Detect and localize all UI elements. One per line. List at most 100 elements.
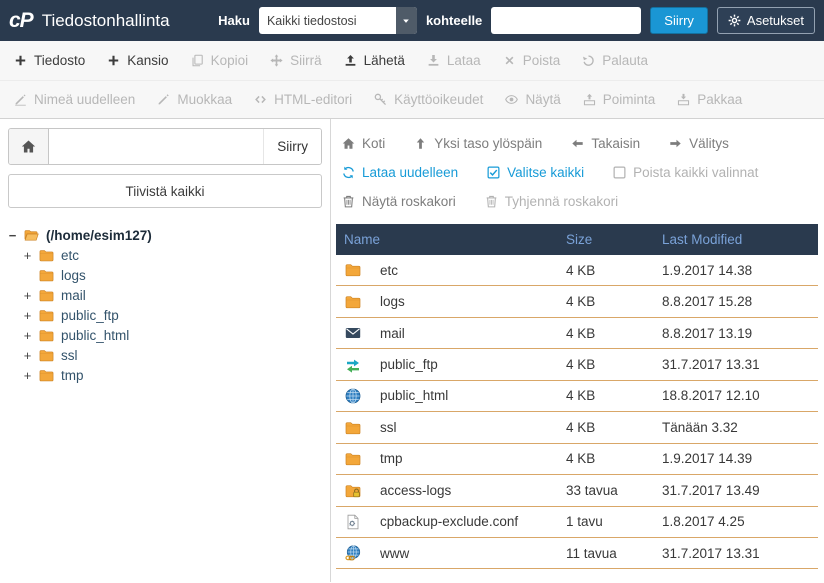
toolbar-label: Siirrä xyxy=(290,53,322,68)
toolbar-edit[interactable]: Muokkaa xyxy=(146,81,243,118)
toolbar-copy[interactable]: Kopioi xyxy=(180,41,260,80)
tree-root-label: (/home/esim127) xyxy=(46,227,152,243)
arrow-up-icon xyxy=(414,137,427,150)
toolbar-permissions[interactable]: Käyttöoikeudet xyxy=(363,81,494,118)
table-row[interactable]: logs 4 KB 8.8.2017 15.28 xyxy=(336,285,818,318)
table-row[interactable]: public_ftp 4 KB 31.7.2017 13.31 xyxy=(336,348,818,381)
sidebar-path-input[interactable] xyxy=(49,129,264,164)
row-modified: 31.7.2017 13.49 xyxy=(654,474,818,507)
tree-item-public-html[interactable]: + public_html xyxy=(23,325,322,345)
tree-expand-toggle[interactable]: + xyxy=(23,328,32,343)
home-icon xyxy=(342,137,355,150)
toolbar-label: Tiedosto xyxy=(34,53,86,68)
sidebar-go-button[interactable]: Siirry xyxy=(263,129,321,164)
row-name: mail xyxy=(372,317,558,350)
toolbar-compress[interactable]: Pakkaa xyxy=(666,81,753,118)
toolbar-new-folder[interactable]: Kansio xyxy=(96,41,179,80)
row-size: 4 KB xyxy=(558,411,654,444)
toolbar-new-file[interactable]: Tiedosto xyxy=(3,41,96,80)
restore-icon xyxy=(582,54,595,67)
toolbar-label: Palauta xyxy=(602,53,649,68)
header-search-input[interactable] xyxy=(491,7,642,34)
tree-collapse-toggle[interactable]: − xyxy=(8,228,17,243)
tree-item-mail[interactable]: + mail xyxy=(23,285,322,305)
tree-item-tmp[interactable]: + tmp xyxy=(23,365,322,385)
table-row[interactable]: access-logs 33 tavua 31.7.2017 13.49 xyxy=(336,474,818,507)
nav-reload[interactable]: Lataa uudelleen xyxy=(342,165,458,180)
nav-up-one-level[interactable]: Yksi taso ylöspäin xyxy=(414,136,542,151)
toolbar-view[interactable]: Näytä xyxy=(494,81,571,118)
table-row[interactable]: cpbackup-exclude.conf 1 tavu 1.8.2017 4.… xyxy=(336,506,818,538)
tree-expand-toggle[interactable]: + xyxy=(23,368,32,383)
toolbar-upload[interactable]: Lähetä xyxy=(333,41,416,80)
tree-item-label: mail xyxy=(61,287,86,303)
table-row[interactable]: www 11 tavua 31.7.2017 13.31 xyxy=(336,537,818,570)
table-row[interactable]: public_html 4 KB 18.8.2017 12.10 xyxy=(336,380,818,413)
check-square-icon xyxy=(487,166,500,179)
col-header-size[interactable]: Size xyxy=(558,224,654,255)
toolbar-html-editor[interactable]: HTML-editori xyxy=(243,81,363,118)
tree-expand-toggle[interactable]: + xyxy=(23,308,32,323)
header-go-button[interactable]: Siirry xyxy=(650,7,708,34)
table-row[interactable]: etc 4 KB 1.9.2017 14.38 xyxy=(336,255,818,287)
toolbar-move[interactable]: Siirrä xyxy=(259,41,333,80)
nav-label: Poista kaikki valinnat xyxy=(633,165,759,180)
row-modified: Tänään 3.32 xyxy=(654,411,818,444)
toolbar-extract[interactable]: Poiminta xyxy=(572,81,667,118)
tree-item-logs[interactable]: logs xyxy=(23,265,322,285)
row-name: access-logs xyxy=(372,474,558,507)
arrow-right-icon xyxy=(669,137,682,150)
tree-item-label: tmp xyxy=(61,367,84,383)
tree-children: + etc logs + mail + public_ftp + public_… xyxy=(23,245,322,385)
folder-icon xyxy=(344,262,362,278)
nav-view-trash[interactable]: Näytä roskakori xyxy=(342,194,456,209)
row-modified: 18.8.2017 12.10 xyxy=(654,380,818,413)
nav-home[interactable]: Koti xyxy=(342,136,385,151)
table-row[interactable]: mail 4 KB 8.8.2017 13.19 xyxy=(336,317,818,350)
toolbar-download[interactable]: Lataa xyxy=(416,41,492,80)
settings-button[interactable]: Asetukset xyxy=(716,7,815,34)
col-header-name[interactable]: Name xyxy=(336,224,558,255)
folder-icon xyxy=(38,368,55,383)
directory-tree: − (/home/esim127) + etc logs + mail + pu… xyxy=(8,225,322,385)
collapse-all-button[interactable]: Tiivistä kaikki xyxy=(8,174,322,208)
sidebar-path-group: Siirry xyxy=(8,128,322,165)
sidebar: Siirry Tiivistä kaikki − (/home/esim127)… xyxy=(0,119,331,582)
tree-item-etc[interactable]: + etc xyxy=(23,245,322,265)
toolbar-restore[interactable]: Palauta xyxy=(571,41,659,80)
tree-expand-toggle[interactable]: + xyxy=(23,248,32,263)
toolbar-label: Näytä xyxy=(525,92,561,107)
folder-icon xyxy=(38,328,55,343)
nav-forward[interactable]: Välitys xyxy=(669,136,729,151)
config-file-icon xyxy=(344,514,362,530)
nav-unselect-all[interactable]: Poista kaikki valinnat xyxy=(613,165,758,180)
search-scope-value: Kaikki tiedostosi xyxy=(266,13,357,28)
folder-icon xyxy=(344,451,362,467)
col-header-modified[interactable]: Last Modified xyxy=(654,224,818,255)
tree-root[interactable]: − (/home/esim127) xyxy=(8,225,322,245)
extract-icon xyxy=(583,93,596,106)
toolbar-label: Lähetä xyxy=(363,53,405,68)
folder-icon xyxy=(344,420,362,436)
nav-label: Valitse kaikki xyxy=(507,165,585,180)
nav-select-all[interactable]: Valitse kaikki xyxy=(487,165,584,180)
tree-item-ssl[interactable]: + ssl xyxy=(23,345,322,365)
toolbar-delete[interactable]: Poista xyxy=(492,41,572,80)
tree-item-public-ftp[interactable]: + public_ftp xyxy=(23,305,322,325)
toolbar-label: HTML-editori xyxy=(274,92,353,107)
tree-expand-toggle[interactable]: + xyxy=(23,288,32,303)
tree-expand-toggle[interactable]: + xyxy=(23,348,32,363)
folder-icon xyxy=(38,248,55,263)
table-row[interactable]: tmp 4 KB 1.9.2017 14.39 xyxy=(336,443,818,476)
table-row[interactable]: ssl 4 KB Tänään 3.32 xyxy=(336,411,818,444)
row-name: etc xyxy=(372,255,558,287)
search-scope-select[interactable]: Kaikki tiedostosi xyxy=(258,7,417,34)
plus-icon xyxy=(107,54,120,67)
search-for-label: kohteelle xyxy=(425,13,483,28)
sidebar-home-button[interactable] xyxy=(9,129,49,164)
nav-back[interactable]: Takaisin xyxy=(571,136,640,151)
tree-item-label: public_html xyxy=(61,327,130,343)
row-size: 4 KB xyxy=(558,443,654,476)
nav-empty-trash[interactable]: Tyhjennä roskakori xyxy=(485,194,618,209)
toolbar-rename[interactable]: Nimeä uudelleen xyxy=(3,81,146,118)
